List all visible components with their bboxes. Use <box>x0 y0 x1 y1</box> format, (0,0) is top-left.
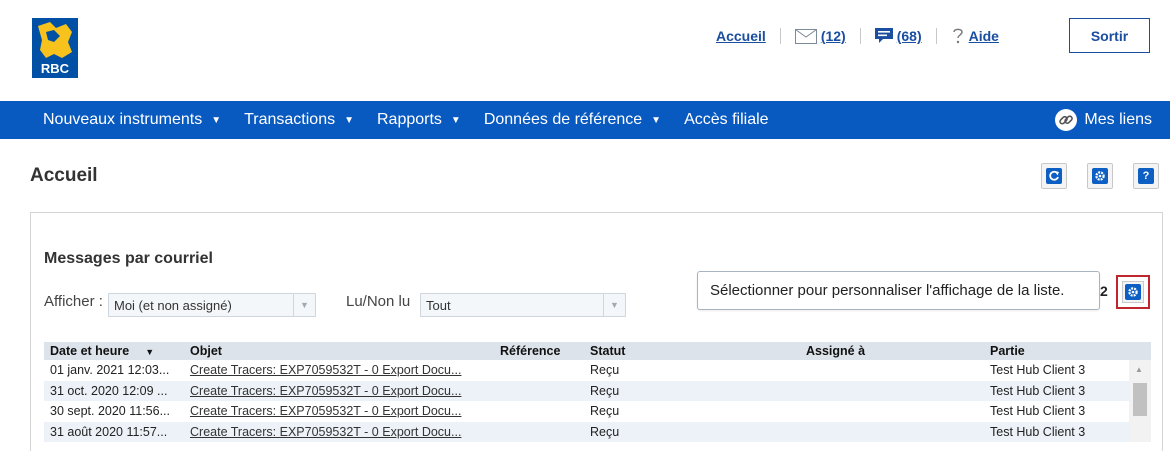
scrollbar-thumb[interactable] <box>1133 383 1147 416</box>
table-row[interactable]: 31 août 2020 11:57... Create Tracers: EX… <box>44 421 1151 442</box>
column-header-assigned[interactable]: Assigné à <box>800 344 984 358</box>
panel-title: Messages par courriel <box>44 250 213 267</box>
exit-button[interactable]: Sortir <box>1069 18 1150 53</box>
link-chain-icon <box>1055 109 1078 131</box>
cell-subject: Create Tracers: EXP7059532T - 0 Export D… <box>184 384 494 398</box>
cell-status: Reçu <box>590 404 620 419</box>
main-nav: Nouveaux instruments ▼ Transactions ▼ Rapp… <box>0 101 1170 139</box>
table-row[interactable]: 30 sept. 2020 11:56... Create Tracers: E… <box>44 401 1151 422</box>
table-header: Date et heure ▼ Objet Référence Statut As… <box>44 342 1151 360</box>
column-header-date[interactable]: Date et heure ▼ <box>44 344 184 358</box>
nav-label: Transactions <box>244 111 336 128</box>
svg-text:RBC: RBC <box>41 61 70 76</box>
help-link-label: Aide <box>968 28 999 44</box>
cell-party: Test Hub Client 3 <box>990 404 1086 419</box>
refresh-icon <box>1046 168 1062 184</box>
subject-link[interactable]: Create Tracers: EXP7059532T - 0 Export D… <box>190 404 461 418</box>
read-filter-value: Tout <box>426 297 451 313</box>
scroll-up-icon[interactable]: ▲ <box>1135 365 1143 374</box>
home-link[interactable]: Accueil <box>716 28 766 44</box>
nav-item-reports[interactable]: Rapports ▼ <box>377 111 461 129</box>
cell-date: 30 sept. 2020 11:56... <box>50 404 171 419</box>
read-filter-label: Lu/Non lu <box>346 293 411 310</box>
chat-bubble-icon <box>874 28 893 43</box>
header: RBC Accueil (12) (68) Aide Sortir <box>0 0 1170 101</box>
cell-party: Test Hub Client 3 <box>990 363 1086 378</box>
cell-subject: Create Tracers: EXP7059532T - 0 Export D… <box>184 363 494 377</box>
nav-item-subsidiary-access[interactable]: Accès filiale <box>684 111 768 129</box>
help-button[interactable]: ? <box>1133 163 1159 189</box>
email-messages-panel: Messages par courriel Afficher : Moi (et… <box>30 212 1163 451</box>
divider <box>779 28 781 44</box>
nav-item-new-instruments[interactable]: Nouveaux instruments ▼ <box>43 111 221 129</box>
top-links: Accueil (12) (68) Aide <box>716 26 999 46</box>
cell-date: 31 oct. 2020 12:09 ... <box>50 383 168 398</box>
messages-table: Date et heure ▼ Objet Référence Statut As… <box>44 342 1151 442</box>
button-frame <box>1122 281 1144 303</box>
subject-link[interactable]: Create Tracers: EXP7059532T - 0 Export D… <box>190 363 461 377</box>
show-filter-value: Moi (et non assigné) <box>114 297 232 313</box>
customize-list-tooltip: Sélectionner pour personnaliser l'affich… <box>697 271 1100 310</box>
cell-subject: Create Tracers: EXP7059532T - 0 Export D… <box>184 404 494 418</box>
cell-party: Test Hub Client 3 <box>990 424 1086 439</box>
my-links[interactable]: Mes liens <box>1055 101 1152 139</box>
page-title: Accueil <box>30 165 98 186</box>
divider <box>935 28 937 44</box>
messages-count: (68) <box>896 28 922 44</box>
column-header-reference[interactable]: Référence <box>494 344 584 358</box>
nav-label: Données de référence <box>483 111 643 128</box>
caret-down-icon: ▼ <box>211 114 222 126</box>
settings-icon <box>1092 168 1108 184</box>
cell-date: 31 août 2020 11:57... <box>50 424 168 439</box>
show-filter-select[interactable]: Moi (et non assigné) ▼ <box>108 293 316 317</box>
nav-label: Nouveaux instruments <box>43 111 203 128</box>
help-icon: ? <box>1138 168 1154 184</box>
caret-down-icon: ▼ <box>450 114 461 126</box>
header-label: Date et heure <box>50 344 130 358</box>
cell-date: 01 janv. 2021 12:03... <box>50 363 170 378</box>
column-header-status[interactable]: Statut <box>584 344 800 358</box>
customize-list-button[interactable] <box>1116 275 1150 309</box>
help-link[interactable]: Aide <box>951 27 999 45</box>
cell-status: Reçu <box>590 383 620 398</box>
subject-link[interactable]: Create Tracers: EXP7059532T - 0 Export D… <box>190 384 461 398</box>
table-row[interactable]: 31 oct. 2020 12:09 ... Create Tracers: E… <box>44 380 1151 401</box>
nav-item-reference-data[interactable]: Données de référence ▼ <box>484 111 661 129</box>
chevron-down-icon: ▼ <box>293 294 315 316</box>
table-scrollbar[interactable]: ▲ <box>1129 360 1151 442</box>
caret-down-icon: ▼ <box>651 114 662 126</box>
caret-down-icon: ▼ <box>344 114 354 126</box>
column-header-subject[interactable]: Objet <box>184 344 494 358</box>
divider <box>859 28 861 44</box>
cell-subject: Create Tracers: EXP7059532T - 0 Export D… <box>184 425 494 439</box>
cell-status: Reçu <box>590 363 620 378</box>
show-filter-label: Afficher : <box>44 293 103 310</box>
gear-icon <box>1125 284 1141 300</box>
nav-label: Rapports <box>377 111 442 128</box>
messages-link[interactable]: (68) <box>874 28 922 44</box>
cell-status: Reçu <box>590 424 620 439</box>
settings-button[interactable] <box>1087 163 1113 189</box>
rbc-logo[interactable]: RBC <box>32 18 78 78</box>
chevron-down-icon: ▼ <box>603 294 625 316</box>
refresh-button[interactable] <box>1041 163 1067 189</box>
list-count: 2 <box>1100 283 1108 299</box>
mail-link[interactable]: (12) <box>794 28 846 44</box>
table-row[interactable]: 01 janv. 2021 12:03... Create Tracers: E… <box>44 360 1151 381</box>
nav-item-transactions[interactable]: Transactions ▼ <box>244 111 354 129</box>
column-header-party[interactable]: Partie <box>984 344 1129 358</box>
envelope-icon <box>794 28 817 44</box>
my-links-label: Mes liens <box>1084 111 1152 128</box>
read-filter-select[interactable]: Tout ▼ <box>420 293 626 317</box>
cell-party: Test Hub Client 3 <box>990 383 1086 398</box>
sort-desc-icon: ▼ <box>145 347 155 357</box>
subject-link[interactable]: Create Tracers: EXP7059532T - 0 Export D… <box>190 425 461 439</box>
mail-count: (12) <box>820 28 846 44</box>
question-icon <box>952 28 963 44</box>
nav-label: Accès filiale <box>684 111 769 128</box>
